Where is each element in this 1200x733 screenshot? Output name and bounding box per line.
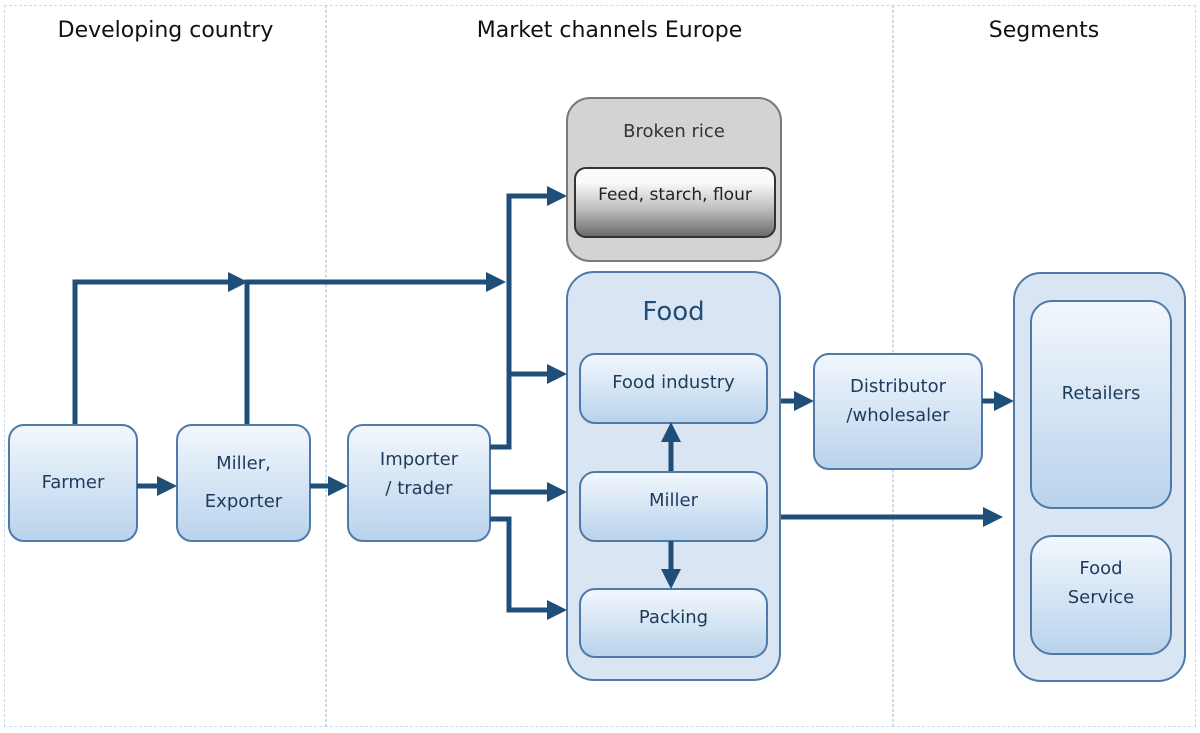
arrow-importer-packing xyxy=(490,516,567,620)
flow-arrows xyxy=(72,186,1014,620)
arrow-importer-broken-rice xyxy=(490,186,567,450)
arrow-farmer-bypass xyxy=(72,272,248,424)
arrow-exporter-bypass xyxy=(244,272,506,424)
